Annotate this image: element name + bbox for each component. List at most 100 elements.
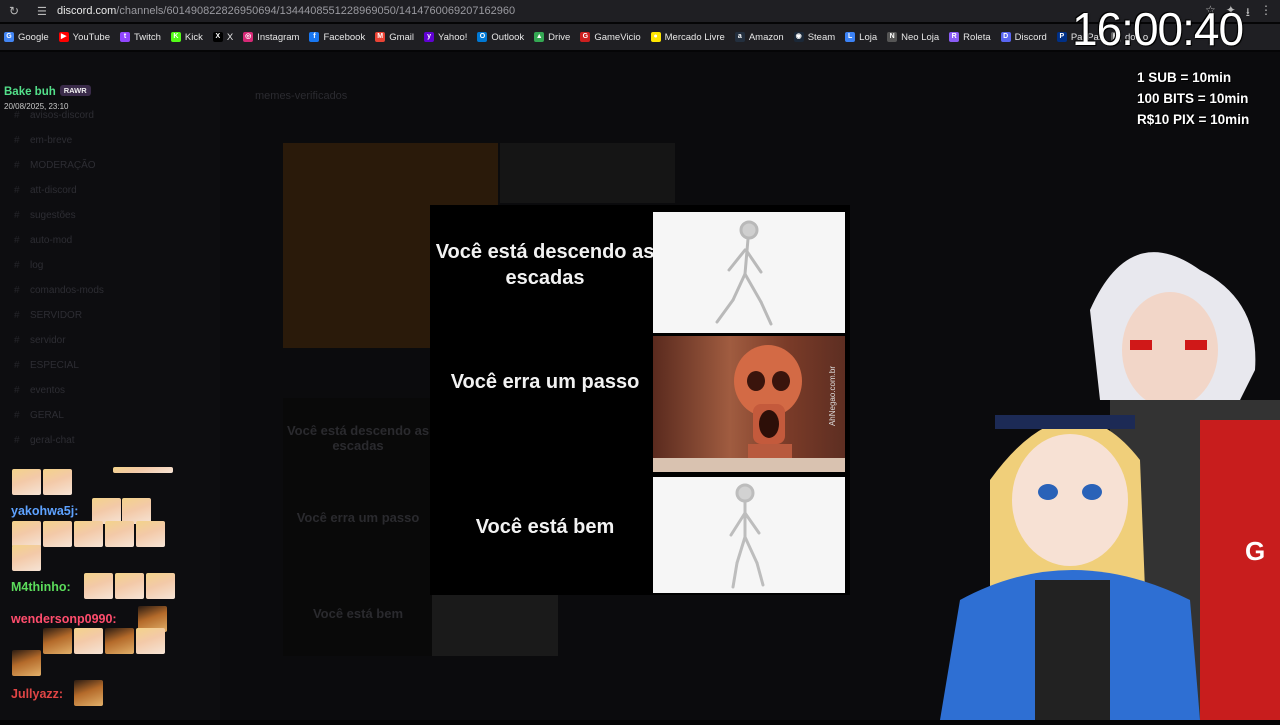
meme-image[interactable]: Você está descendo as escadas Você erra … <box>430 205 850 595</box>
chat-user-1[interactable]: yakohwa5j: <box>11 504 78 518</box>
bookmark-item[interactable]: y Yahoo! <box>424 32 467 43</box>
chat-user-2[interactable]: M4thinho: <box>11 580 71 594</box>
channel-item[interactable]: att-discord <box>30 185 77 196</box>
emote <box>105 628 134 654</box>
svg-text:G: G <box>1245 536 1265 566</box>
bookmark-icon: O <box>477 32 488 42</box>
bookmark-label: Roleta <box>963 31 991 43</box>
channel-item[interactable]: SERVIDOR <box>30 310 82 321</box>
channel-name: memes-verificados <box>255 90 348 102</box>
chat-user-3[interactable]: wendersonp0990: <box>11 612 117 626</box>
bookmark-item[interactable]: G Google <box>4 32 49 43</box>
bookmark-item[interactable]: f Facebook <box>309 32 365 43</box>
ghost-caption-2: Você erra um passo <box>296 510 420 525</box>
hash-icon: # <box>14 285 20 296</box>
meme-caption-2: Você erra um passo <box>450 371 640 393</box>
url-host: discord.com <box>57 5 117 17</box>
bookmark-item[interactable]: L Loja <box>845 32 877 43</box>
emote <box>74 680 103 706</box>
emote <box>115 573 144 599</box>
bookmark-label: Outlook <box>491 31 525 43</box>
emote <box>136 521 165 547</box>
reload-icon[interactable]: ↻ <box>9 4 25 18</box>
hash-icon: # <box>14 310 20 321</box>
channel-item[interactable]: em-breve <box>30 135 72 146</box>
bookmark-item[interactable]: O Outlook <box>477 32 524 43</box>
emote <box>105 521 134 547</box>
bookmark-icon: R <box>949 32 960 42</box>
meme-caption-3: Você está bem <box>475 516 615 538</box>
meme-panel-fine-skeleton <box>653 477 845 593</box>
bookmark-icon: M <box>375 32 386 42</box>
bookmark-item[interactable]: D Discord <box>1000 31 1047 43</box>
bookmark-label: Drive <box>548 31 571 43</box>
bookmark-item[interactable]: XX <box>212 32 233 43</box>
download-icon[interactable]: ⭳ <box>1246 3 1250 24</box>
bookmark-item[interactable]: a Amazon <box>734 32 784 43</box>
hash-icon: # <box>14 260 20 271</box>
bookmark-item[interactable]: ● Mercado Livre <box>650 32 725 43</box>
menu-icon[interactable]: ⋮ <box>1260 3 1272 24</box>
bookmark-item[interactable]: ▶ YouTube <box>58 32 110 43</box>
hash-icon: # <box>14 210 20 221</box>
bookmark-label: Steam <box>807 31 836 43</box>
channel-item[interactable]: MODERAÇÃO <box>30 160 96 171</box>
bookmark-item[interactable]: G GameVicio <box>580 32 641 43</box>
channel-item[interactable]: ESPECIAL <box>30 360 79 371</box>
price-pix: R$10 PIX = 10min <box>1137 112 1250 127</box>
bookmark-label: Yahoo! <box>438 31 468 43</box>
chat-badge: RAWR <box>59 85 91 97</box>
bookmark-label: Discord <box>1014 31 1047 43</box>
chat-username[interactable]: Bake buh <box>4 86 56 98</box>
channel-item[interactable]: sugestões <box>30 210 76 221</box>
bookmark-item[interactable]: ◎ Instagram <box>243 32 299 43</box>
bookmark-label: Loja <box>859 31 878 43</box>
chat-user-4[interactable]: Jullyazz: <box>11 687 63 701</box>
bookmark-icon: L <box>845 32 856 42</box>
hash-icon: # <box>14 160 20 171</box>
channel-item[interactable]: eventos <box>30 385 65 396</box>
emote <box>136 628 165 654</box>
chat-date: 20/08/2025, 23:10 <box>4 102 69 111</box>
bookmark-icon: P <box>1056 32 1067 42</box>
hash-icon: # <box>14 410 20 421</box>
channel-item[interactable]: geral-chat <box>30 435 74 446</box>
bookmark-icon: X <box>212 32 223 42</box>
bookmark-item[interactable]: ◉ Steam <box>793 31 836 43</box>
bookmark-item[interactable]: R Roleta <box>949 31 991 43</box>
vtuber-avatars: G <box>940 200 1280 720</box>
hash-icon: # <box>14 335 20 346</box>
bookmark-item[interactable]: K Kick <box>170 31 203 43</box>
bookmark-icon: a <box>734 32 745 42</box>
skeleton-walking-icon <box>715 220 773 326</box>
emote <box>146 573 175 599</box>
bookmark-icon: ◎ <box>243 32 254 42</box>
channel-item[interactable]: servidor <box>30 335 66 346</box>
hash-icon: # <box>14 360 20 371</box>
bookmark-icon: N <box>887 32 898 42</box>
ghost-caption-3: Você está bem <box>312 606 404 621</box>
hash-icon: # <box>14 135 20 146</box>
channel-item[interactable]: auto-mod <box>30 235 72 246</box>
bookmark-icon: G <box>4 32 14 42</box>
meme-watermark: AhNegao.com.br <box>828 366 837 427</box>
emote <box>12 521 41 547</box>
bookmark-item[interactable]: N Neo Loja <box>887 32 939 43</box>
meme-panel-walking-skeleton <box>653 212 845 333</box>
emote <box>74 521 103 547</box>
bookmark-item[interactable]: t Twitch <box>119 32 161 43</box>
bookmark-label: Gmail <box>389 31 415 43</box>
bookmark-item[interactable]: ▲ Drive <box>534 32 570 43</box>
channel-item[interactable]: GERAL <box>30 410 64 421</box>
bookmark-icon: D <box>1000 32 1011 42</box>
bookmark-icon: ▲ <box>534 32 545 42</box>
bookmark-label: Kick <box>184 31 203 43</box>
bookmark-item[interactable]: M Gmail <box>375 32 414 43</box>
emote <box>84 573 113 599</box>
channel-item[interactable]: avisos-discord <box>30 110 94 121</box>
emote <box>43 469 72 495</box>
channel-item[interactable]: comandos-mods <box>30 285 104 296</box>
chat-header: Bake buh RAWR 20/08/2025, 23:10 <box>4 82 91 111</box>
site-info-icon[interactable]: ☰ <box>37 5 51 18</box>
channel-item[interactable]: log <box>30 260 43 271</box>
